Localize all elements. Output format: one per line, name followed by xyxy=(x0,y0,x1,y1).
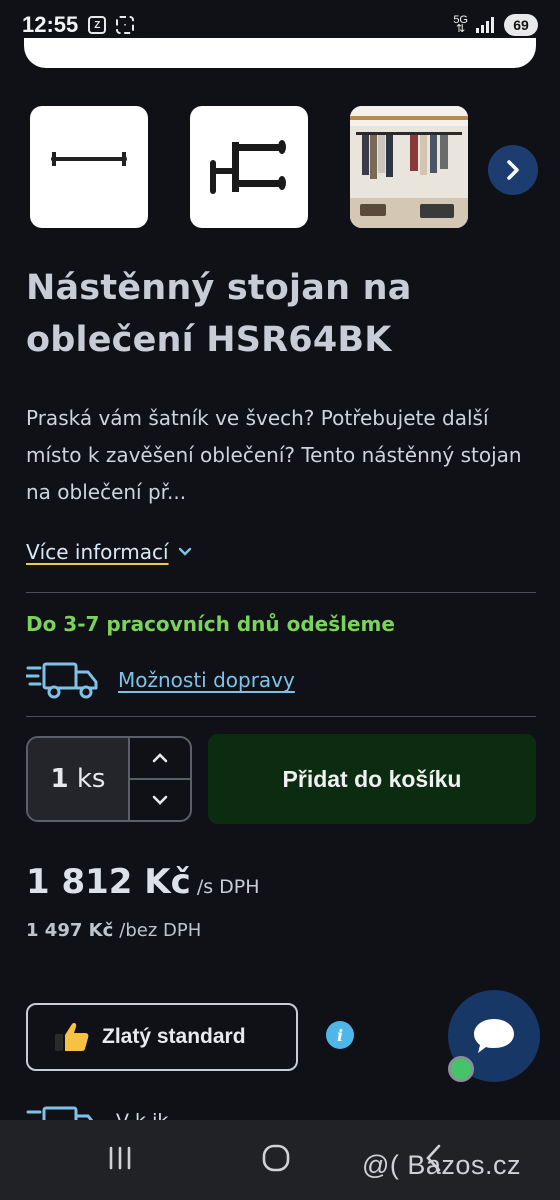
chevron-right-icon xyxy=(507,160,519,180)
status-time: 12:55 xyxy=(22,12,79,37)
quantity-unit: ks xyxy=(76,764,106,794)
wall-bracket-image xyxy=(210,140,286,194)
quantity-increase-button[interactable] xyxy=(130,738,190,778)
online-status-dot xyxy=(448,1056,474,1082)
price-net-suffix: /bez DPH xyxy=(119,920,202,941)
transport-options-link[interactable]: Možnosti dopravy xyxy=(118,668,295,692)
quantity-decrease-button[interactable] xyxy=(130,778,190,820)
screenshot-icon: · xyxy=(116,16,135,34)
signal-icon xyxy=(476,17,496,33)
zalo-icon: Z xyxy=(88,16,107,34)
gold-standard-badge[interactable]: Zlatý standard xyxy=(26,1003,298,1071)
home-icon xyxy=(262,1144,290,1172)
add-to-cart-button[interactable]: Přidat do košíku xyxy=(208,734,536,824)
chat-bubble-icon xyxy=(474,1019,514,1053)
quantity-stepper[interactable]: 1 ks xyxy=(26,736,192,822)
product-thumbnail-3[interactable] xyxy=(350,106,468,228)
price-gross: 1 812 Kč /s DPH xyxy=(26,862,260,902)
gold-standard-label: Zlatý standard xyxy=(102,1025,246,1048)
more-info-label[interactable]: Více informací xyxy=(26,540,169,564)
chevron-down-icon xyxy=(178,547,191,556)
product-thumbnail-2[interactable] xyxy=(190,106,308,228)
divider xyxy=(26,716,536,717)
price-gross-value: 1 812 Kč xyxy=(26,862,191,902)
recent-apps-button[interactable] xyxy=(100,1138,140,1178)
next-image-button[interactable] xyxy=(488,145,538,195)
info-icon[interactable]: i xyxy=(326,1021,354,1049)
chevron-up-icon xyxy=(152,753,168,763)
product-title: Nástěnný stojan na oblečení HSR64BK xyxy=(26,268,412,360)
more-info-toggle[interactable]: Více informací xyxy=(26,540,193,564)
price-net: 1 497 Kč /bez DPH xyxy=(26,920,201,941)
price-gross-suffix: /s DPH xyxy=(196,876,260,898)
shipping-note: Do 3-7 pracovních dnů odešleme xyxy=(26,612,395,636)
chevron-down-icon xyxy=(152,795,168,805)
home-button[interactable] xyxy=(256,1138,296,1178)
divider xyxy=(26,592,536,593)
watermark: @( Bazos.cz xyxy=(362,1150,521,1180)
delivery-truck-icon xyxy=(26,662,98,699)
search-bar[interactable] xyxy=(24,38,536,68)
recent-apps-icon xyxy=(109,1146,131,1170)
wardrobe-photo xyxy=(350,106,468,228)
price-net-value: 1 497 Kč xyxy=(26,920,114,941)
thumbs-up-icon xyxy=(55,1023,89,1051)
product-description: Praská vám šatník ve švech? Potřebujete … xyxy=(26,406,522,504)
transport-options[interactable]: Možnosti dopravy xyxy=(26,660,295,700)
wall-rod-image xyxy=(51,152,127,166)
battery-badge: 69 xyxy=(504,14,538,36)
network-indicator: 5G ⇅ xyxy=(453,14,468,35)
quantity-value[interactable]: 1 ks xyxy=(28,738,128,820)
product-thumbnail-1[interactable] xyxy=(30,106,148,228)
